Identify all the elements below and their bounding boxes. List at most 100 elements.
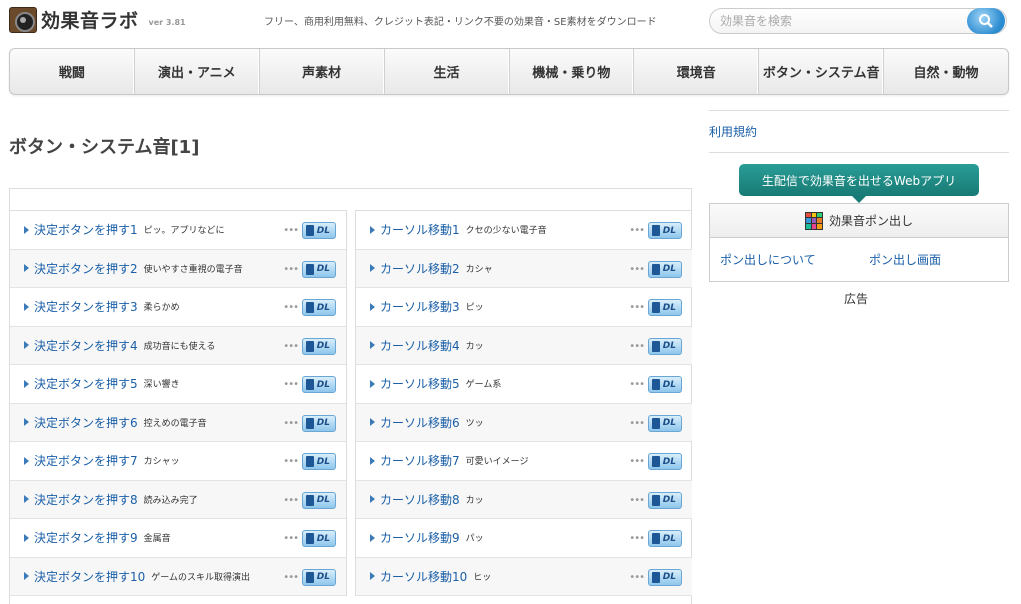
sound-description: ピッ。アプリなどに — [143, 226, 225, 237]
sound-title-link[interactable]: カーソル移動2 — [380, 260, 460, 277]
download-button[interactable]: DL — [302, 491, 336, 509]
download-control: ••• DL — [629, 376, 682, 393]
sound-row: カーソル移動5 ゲーム系 ••• DL — [356, 365, 692, 404]
sound-list-right-column: カーソル移動1 クセの少ない電子音 ••• DL カーソル移動2 カシャ ••• DL カーソル… — [355, 210, 692, 596]
arrow-right-icon — [370, 495, 375, 504]
sound-title-link[interactable]: カーソル移動5 — [380, 375, 460, 392]
download-button[interactable]: DL — [302, 376, 336, 393]
nav-item-nature-animals[interactable]: 自然・動物 — [884, 49, 1008, 94]
sound-title-link[interactable]: カーソル移動9 — [380, 529, 460, 546]
sound-title-link[interactable]: カーソル移動7 — [380, 452, 460, 469]
sound-row: 決定ボタンを押す1 ピッ。アプリなどに ••• DL — [10, 211, 346, 250]
download-button[interactable]: DL — [302, 299, 336, 316]
nav-item-effects-anime[interactable]: 演出・アニメ — [135, 49, 260, 94]
sound-description: 可愛いイメージ — [465, 457, 529, 468]
download-control: ••• DL — [629, 414, 682, 432]
dots-icon: ••• — [629, 571, 645, 583]
sidebar-divider — [709, 110, 1009, 111]
download-button[interactable]: DL — [648, 530, 682, 547]
download-button[interactable]: DL — [302, 260, 336, 278]
arrow-right-icon — [370, 533, 375, 542]
sound-row: カーソル移動3 ピッ ••• DL — [356, 288, 692, 327]
sound-title-link[interactable]: 決定ボタンを押す4 — [34, 337, 138, 354]
arrow-right-icon — [370, 302, 375, 311]
download-button[interactable]: DL — [648, 491, 682, 509]
sound-title-link[interactable]: 決定ボタンを押す10 — [34, 568, 145, 585]
sound-title-link[interactable]: カーソル移動4 — [380, 337, 460, 354]
sound-row: 決定ボタンを押す7 カシャッ ••• DL — [10, 442, 346, 481]
download-button[interactable]: DL — [302, 337, 336, 355]
dots-icon: ••• — [283, 494, 299, 506]
dots-icon: ••• — [283, 263, 299, 275]
download-button[interactable]: DL — [302, 568, 336, 586]
download-button[interactable]: DL — [648, 414, 682, 432]
download-control: ••• DL — [283, 568, 336, 586]
download-button[interactable]: DL — [648, 568, 682, 586]
sound-title-link[interactable]: 決定ボタンを押す1 — [34, 221, 138, 238]
sound-description: 成功音にも使える — [143, 341, 216, 352]
nav-item-voice[interactable]: 声素材 — [260, 49, 385, 94]
sound-description: 控えめの電子音 — [143, 418, 207, 429]
sound-title-link[interactable]: 決定ボタンを押す2 — [34, 260, 138, 277]
download-control: ••• DL — [283, 376, 336, 393]
download-button[interactable]: DL — [648, 260, 682, 278]
arrow-right-icon — [24, 225, 29, 234]
download-control: ••• DL — [629, 299, 682, 316]
nav-item-life[interactable]: 生活 — [385, 49, 510, 94]
download-control: ••• DL — [629, 222, 682, 239]
download-control: ••• DL — [629, 530, 682, 547]
download-button[interactable]: DL — [302, 222, 336, 239]
sound-title-link[interactable]: カーソル移動6 — [380, 414, 460, 431]
download-button[interactable]: DL — [648, 337, 682, 355]
nav-item-battle[interactable]: 戦闘 — [10, 49, 135, 94]
search-input[interactable] — [720, 12, 960, 30]
dots-icon: ••• — [283, 456, 299, 467]
sound-row: 決定ボタンを押す5 深い響き ••• DL — [10, 365, 346, 404]
sound-title-link[interactable]: カーソル移動8 — [380, 491, 460, 508]
sound-title-link[interactable]: 決定ボタンを押す6 — [34, 414, 138, 431]
ad-label: 広告 — [844, 292, 869, 306]
sound-row: 決定ボタンを押す3 柔らかめ ••• DL — [10, 288, 346, 327]
dots-icon: ••• — [629, 340, 645, 352]
download-button[interactable]: DL — [302, 453, 336, 470]
download-control: ••• DL — [283, 222, 336, 239]
web-app-promo-button[interactable]: 生配信で効果音を出せるWebアプリ — [739, 164, 979, 196]
download-control: ••• DL — [283, 453, 336, 470]
arrow-right-icon — [24, 456, 29, 465]
sound-row: カーソル移動9 パッ ••• DL — [356, 519, 692, 558]
dots-icon: ••• — [629, 417, 645, 429]
nav-item-machines-vehicles[interactable]: 機械・乗り物 — [510, 49, 635, 94]
sound-title-link[interactable]: 決定ボタンを押す3 — [34, 298, 138, 315]
search-button[interactable] — [967, 8, 1005, 34]
logo-text: 効果音ラボ — [41, 10, 139, 32]
nav-item-button-system[interactable]: ボタン・システム音 — [759, 49, 885, 94]
pon-screen-link[interactable]: ポン出し画面 — [869, 251, 941, 268]
download-button[interactable]: DL — [302, 414, 336, 432]
sound-row: カーソル移動8 カッ ••• DL — [356, 480, 692, 519]
download-button[interactable]: DL — [648, 453, 682, 470]
arrow-right-icon — [24, 418, 29, 427]
arrow-right-icon — [24, 264, 29, 273]
download-button[interactable]: DL — [302, 530, 336, 547]
site-logo[interactable]: 効果音ラボ ver 3.81 — [9, 6, 186, 33]
pon-about-link[interactable]: ポン出しについて — [720, 251, 869, 268]
dots-icon: ••• — [629, 379, 645, 390]
terms-link[interactable]: 利用規約 — [709, 123, 757, 140]
sound-title-link[interactable]: カーソル移動3 — [380, 298, 460, 315]
sound-title-link[interactable]: 決定ボタンを押す5 — [34, 375, 138, 392]
download-control: ••• DL — [629, 260, 682, 278]
download-control: ••• DL — [629, 337, 682, 355]
sound-description: パッ — [465, 534, 484, 545]
download-button[interactable]: DL — [648, 376, 682, 393]
sound-title-link[interactable]: 決定ボタンを押す9 — [34, 529, 138, 546]
sound-title-link[interactable]: カーソル移動1 — [380, 221, 460, 238]
download-button[interactable]: DL — [648, 222, 682, 239]
sound-title-link[interactable]: 決定ボタンを押す7 — [34, 452, 138, 469]
nav-item-ambient[interactable]: 環境音 — [634, 49, 760, 94]
sound-row: 決定ボタンを押す8 読み込み完了 ••• DL — [10, 480, 346, 519]
sound-title-link[interactable]: 決定ボタンを押す8 — [34, 491, 138, 508]
pon-dashi-panel: 効果音ポン出し ポン出しについて ポン出し画面 — [709, 203, 1009, 282]
sound-title-link[interactable]: カーソル移動10 — [380, 568, 467, 585]
arrow-right-icon — [24, 379, 29, 388]
download-button[interactable]: DL — [648, 299, 682, 316]
